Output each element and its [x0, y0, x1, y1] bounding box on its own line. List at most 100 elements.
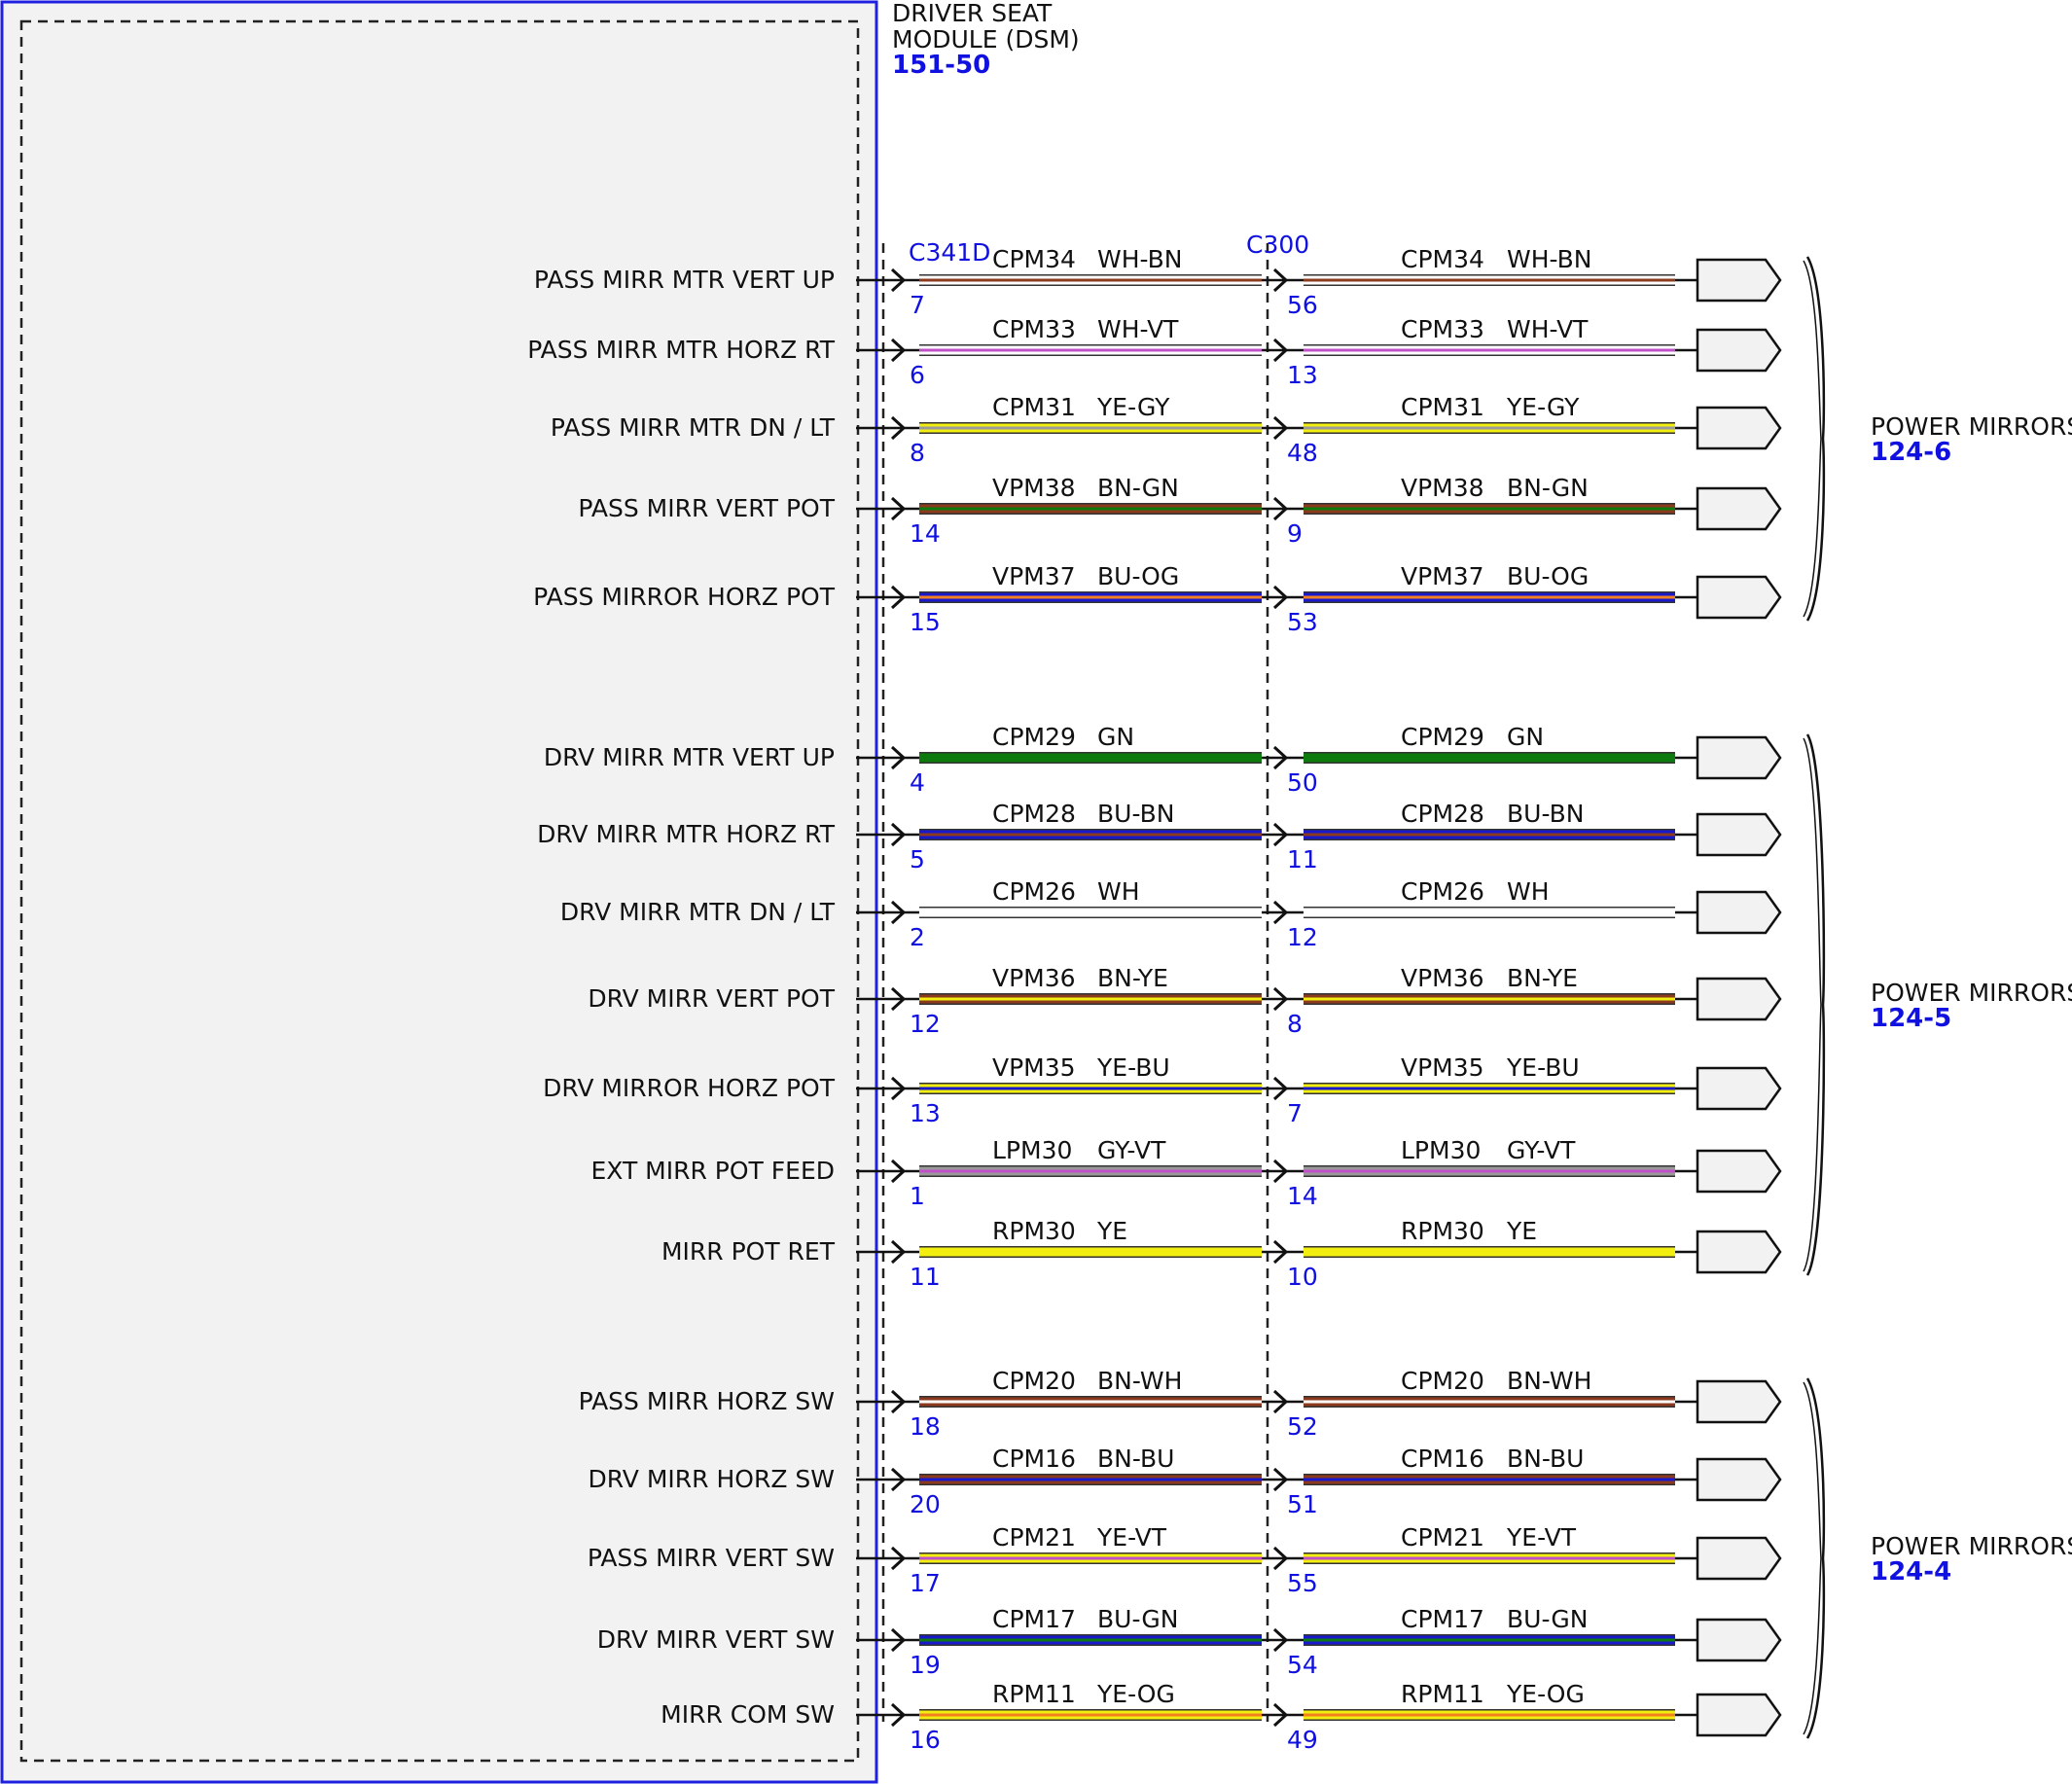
wire-stripe [1304, 1638, 1675, 1642]
pin-number-c300: 50 [1287, 768, 1318, 797]
wire-stripe [1304, 997, 1675, 1001]
circuit-id: CPM17 [1401, 1605, 1484, 1633]
wire-stripe [919, 348, 1262, 352]
pin-number-c300: 53 [1287, 608, 1318, 636]
circuit-label: PASS MIRR MTR HORZ RT [527, 336, 836, 364]
circuit-label: PASS MIRR MTR DN / LT [551, 413, 836, 442]
wire-stripe [919, 507, 1262, 511]
wire-color-code: BU-OG [1507, 562, 1589, 590]
circuit-label: DRV MIRR MTR VERT UP [544, 743, 835, 771]
destination-ref: 124-6 [1871, 438, 1951, 467]
wire-b-5 [1304, 753, 1675, 763]
pin-number-c300: 14 [1287, 1182, 1318, 1210]
circuit-label: PASS MIRR VERT POT [578, 494, 835, 522]
wire-color-code: YE-BU [1506, 1053, 1580, 1082]
module-title-line2: MODULE (DSM) [892, 25, 1080, 54]
circuit-id: CPM21 [992, 1523, 1076, 1552]
wire-color-code: BN-WH [1507, 1367, 1591, 1395]
pin-number-c341d: 6 [910, 361, 925, 389]
wire-color-code: YE [1506, 1217, 1537, 1245]
wire-stripe [919, 1400, 1262, 1404]
pin-number-c341d: 2 [910, 923, 925, 951]
pin-number-c300: 10 [1287, 1263, 1318, 1291]
wire-stripe [1304, 1087, 1675, 1090]
wire-color-code: BN-YE [1507, 964, 1578, 992]
circuit-id: CPM21 [1401, 1523, 1484, 1552]
wire-stripe [1304, 833, 1675, 837]
terminal-connector-icon [1696, 890, 1782, 935]
pin-number-c341d: 20 [910, 1490, 941, 1518]
pin-number-c341d: 16 [910, 1726, 941, 1754]
pin-number-c341d: 11 [910, 1263, 941, 1291]
circuit-label: MIRR POT RET [661, 1237, 836, 1266]
wire-color-code: WH-VT [1507, 315, 1589, 343]
pin-number-c300: 49 [1287, 1726, 1318, 1754]
pin-number-c300: 54 [1287, 1651, 1318, 1679]
terminal-connector-icon [1696, 258, 1782, 303]
pin-number-c300: 52 [1287, 1412, 1318, 1441]
circuit-id: CPM20 [992, 1367, 1076, 1395]
wire-stripe [1304, 1713, 1675, 1717]
circuit-id: CPM28 [1401, 800, 1484, 828]
destination-name: POWER MIRRORS [1871, 412, 2072, 441]
wire-color-code: BN-WH [1097, 1367, 1182, 1395]
terminal-connector-icon [1696, 1536, 1782, 1581]
pin-number-c300: 9 [1287, 519, 1303, 548]
wire-color-code: WH [1097, 877, 1140, 906]
wire-color-code: WH-BN [1507, 245, 1592, 273]
pin-number-c341d: 5 [910, 845, 925, 874]
pin-number-c300: 7 [1287, 1099, 1303, 1127]
wire-a-11 [919, 1247, 1262, 1257]
circuit-id: CPM16 [1401, 1445, 1484, 1473]
terminal-connector-icon [1696, 1230, 1782, 1274]
wire-color-code: WH-BN [1097, 245, 1183, 273]
circuit-id: CPM33 [1401, 315, 1484, 343]
circuit-id: RPM11 [1401, 1680, 1484, 1708]
wire-color-code: YE-OG [1096, 1680, 1175, 1708]
terminal-connector-icon [1696, 977, 1782, 1021]
wire-color-code: YE-GY [1506, 393, 1580, 421]
wiring-diagram: DRIVER SEAT MODULE (DSM) 151-50 C341D C3… [0, 0, 2072, 1784]
pin-number-c341d: 12 [910, 1010, 941, 1038]
circuit-id: RPM30 [992, 1217, 1076, 1245]
circuit-id: CPM33 [992, 315, 1076, 343]
wire-color-code: WH-VT [1097, 315, 1179, 343]
wire-stripe [919, 1556, 1262, 1560]
circuit-label: PASS MIRROR HORZ POT [533, 583, 836, 611]
pin-number-c341d: 14 [910, 519, 941, 548]
wire-stripe [919, 1638, 1262, 1642]
pin-number-c341d: 8 [910, 439, 925, 467]
circuit-id: VPM36 [1401, 964, 1484, 992]
wire-stripe [919, 1478, 1262, 1481]
circuit-label: PASS MIRR MTR VERT UP [534, 266, 835, 294]
terminal-connector-icon [1696, 812, 1782, 857]
wire-color-code: BN-BU [1507, 1445, 1584, 1473]
circuit-label: DRV MIRR HORZ SW [589, 1465, 835, 1493]
pin-number-c300: 11 [1287, 845, 1318, 874]
pin-number-c341d: 13 [910, 1099, 941, 1127]
wire-stripe [1304, 507, 1675, 511]
wire-b-7 [1304, 908, 1675, 917]
brace-bracket-inner [1803, 260, 1822, 618]
destination-name: POWER MIRRORS [1871, 1532, 2072, 1560]
circuit-id: CPM29 [1401, 723, 1484, 751]
wire-color-code: WH [1507, 877, 1550, 906]
pin-number-c300: 56 [1287, 291, 1318, 319]
circuit-label: EXT MIRR POT FEED [590, 1157, 835, 1185]
wire-stripe [919, 278, 1262, 282]
pin-number-c300: 13 [1287, 361, 1318, 389]
wire-stripe [1304, 1478, 1675, 1481]
pin-number-c341d: 15 [910, 608, 941, 636]
wire-color-code: BN-GN [1097, 474, 1179, 502]
terminal-connector-icon [1696, 1379, 1782, 1424]
brace-bracket-inner [1803, 737, 1822, 1272]
wire-color-code: BN-YE [1097, 964, 1168, 992]
terminal-connector-icon [1696, 1457, 1782, 1502]
wire-stripe [919, 426, 1262, 430]
wire-stripe [919, 595, 1262, 599]
destination-ref: 124-5 [1871, 1004, 1951, 1033]
circuit-label: MIRR COM SW [661, 1700, 835, 1729]
wire-stripe [1304, 1556, 1675, 1560]
circuit-id: RPM30 [1401, 1217, 1484, 1245]
wire-b-11 [1304, 1247, 1675, 1257]
